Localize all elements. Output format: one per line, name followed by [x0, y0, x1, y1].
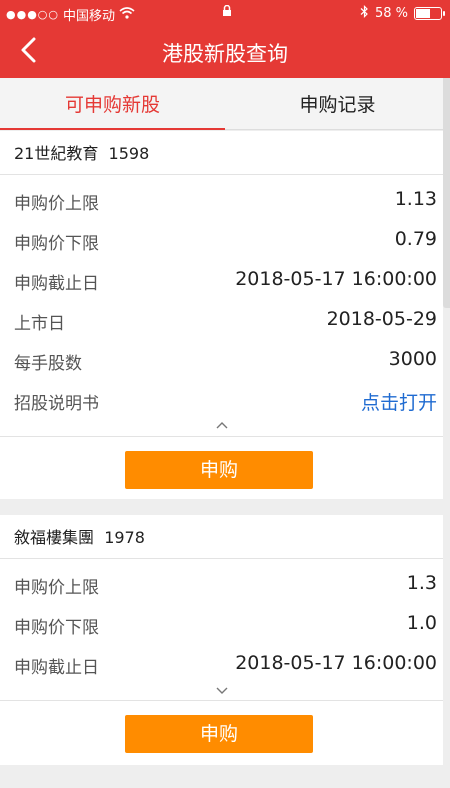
- stock-code: 1978: [104, 528, 145, 547]
- status-bar: ●●●○○ 中国移动 58 %: [0, 0, 450, 26]
- detail-row: 申购截止日 2018-05-17 16:00:00: [0, 644, 443, 684]
- tab-subscription-records[interactable]: 申购记录: [225, 78, 450, 130]
- row-label: 申购价下限: [14, 618, 99, 638]
- detail-row: 上市日 2018-05-29: [0, 300, 443, 340]
- detail-row: 申购价上限 1.3: [0, 564, 443, 604]
- button-area: 申购: [0, 436, 443, 498]
- subscribe-button[interactable]: 申购: [125, 715, 313, 753]
- stock-name: 21世紀教育: [14, 144, 99, 163]
- expand-chevron-down-icon[interactable]: [0, 684, 443, 700]
- subscribe-button[interactable]: 申购: [125, 451, 313, 489]
- row-value: 2018-05-17 16:00:00: [235, 268, 437, 290]
- detail-row: 申购价上限 1.13: [0, 180, 443, 220]
- tab-available-ipos[interactable]: 可申购新股: [0, 78, 225, 130]
- row-label: 每手股数: [14, 354, 82, 374]
- row-label: 申购价上限: [14, 578, 99, 598]
- carrier-label: 中国移动: [63, 9, 116, 24]
- row-label: 招股说明书: [14, 394, 99, 414]
- open-prospectus-link[interactable]: 点击打开: [361, 388, 437, 415]
- lock-icon: [222, 4, 232, 20]
- row-label: 申购截止日: [14, 658, 99, 678]
- stock-title: 敘福樓集團 1978: [0, 515, 443, 559]
- battery-percentage: 58 %: [374, 6, 408, 21]
- row-label: 上市日: [14, 314, 65, 334]
- nav-bar: 港股新股查询: [0, 26, 450, 78]
- signal-strength-icon: ●●●○○: [6, 8, 59, 21]
- detail-row: 申购截止日 2018-05-17 16:00:00: [0, 260, 443, 300]
- battery-icon: [414, 7, 445, 20]
- button-area: 申购: [0, 700, 443, 762]
- row-value: 3000: [388, 348, 437, 370]
- scrollbar[interactable]: [443, 78, 450, 308]
- ipo-card: 敘福樓集團 1978 申购价上限 1.3 申购价下限 1.0 申购截止日 201…: [0, 515, 443, 765]
- row-label: 申购截止日: [14, 274, 99, 294]
- stock-code: 1598: [108, 144, 150, 163]
- stock-name: 敘福樓集團: [14, 528, 95, 547]
- detail-row: 招股说明书 点击打开: [0, 380, 443, 420]
- detail-row: 申购价下限 0.79: [0, 220, 443, 260]
- row-label: 申购价下限: [14, 234, 99, 254]
- detail-row: 申购价下限 1.0: [0, 604, 443, 644]
- detail-row: 每手股数 3000: [0, 340, 443, 380]
- stock-title: 21世紀教育 1598: [0, 131, 443, 175]
- row-label: 申购价上限: [14, 194, 99, 214]
- tab-bar: 可申购新股 申购记录: [0, 78, 443, 130]
- page-title: 港股新股查询: [162, 42, 288, 66]
- row-value: 1.3: [406, 572, 437, 594]
- row-value: 2018-05-17 16:00:00: [235, 652, 437, 674]
- ipo-card: 21世紀教育 1598 申购价上限 1.13 申购价下限 0.79 申购截止日 …: [0, 131, 443, 499]
- wifi-icon: [119, 6, 135, 23]
- row-value: 1.0: [406, 612, 437, 634]
- row-value: 1.13: [394, 188, 437, 210]
- row-value: 0.79: [394, 228, 437, 250]
- collapse-chevron-up-icon[interactable]: [0, 420, 443, 436]
- row-value: 2018-05-29: [326, 308, 437, 330]
- bluetooth-icon: [360, 5, 369, 22]
